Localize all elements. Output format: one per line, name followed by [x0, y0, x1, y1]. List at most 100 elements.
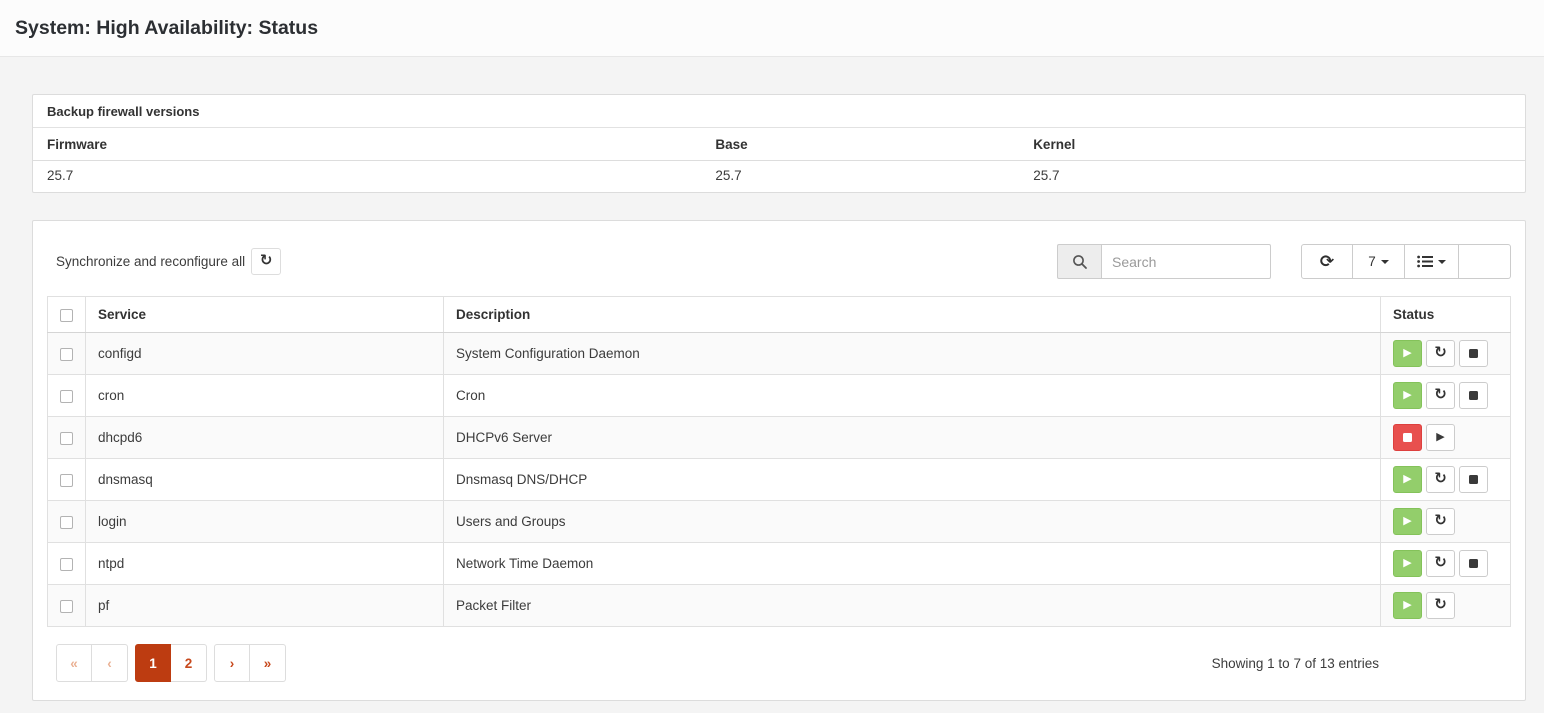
rotate-right-icon: ↻: [1434, 555, 1447, 570]
pager-group-prev: « ‹: [56, 644, 128, 682]
service-row: dhcpd6DHCPv6 Server▶: [48, 417, 1511, 459]
service-name: dnsmasq: [86, 459, 444, 501]
page-size-dropdown[interactable]: 7: [1353, 244, 1405, 279]
last-page-button[interactable]: »: [250, 644, 286, 682]
row-checkbox[interactable]: [60, 600, 73, 613]
service-description: Packet Filter: [443, 585, 1380, 627]
refresh-grid-button[interactable]: ⟳: [1301, 244, 1353, 279]
search-input[interactable]: [1101, 244, 1271, 279]
status-actions: ▶↻: [1393, 340, 1498, 367]
stop-square-icon: [1469, 349, 1478, 358]
service-status-cell: ▶↻: [1381, 333, 1511, 375]
service-name: dhcpd6: [86, 417, 444, 459]
restart-service-button[interactable]: ↻: [1426, 592, 1455, 619]
extra-toolbar-button[interactable]: [1459, 244, 1511, 279]
service-running-button[interactable]: ▶: [1393, 340, 1422, 367]
restart-service-button[interactable]: ↻: [1426, 340, 1455, 367]
restart-service-button[interactable]: ↻: [1426, 508, 1455, 535]
restart-service-button[interactable]: ↻: [1426, 466, 1455, 493]
page-size-value: 7: [1368, 254, 1376, 269]
service-name: configd: [86, 333, 444, 375]
rotate-right-icon: ↻: [1434, 387, 1447, 402]
row-checkbox[interactable]: [60, 516, 73, 529]
rotate-right-icon: ↻: [1434, 471, 1447, 486]
pager-group-pages: 1 2: [135, 644, 207, 682]
start-service-button[interactable]: ▶: [1426, 424, 1455, 451]
versions-col-base: Base: [701, 128, 1019, 161]
rotate-right-icon: ↻: [1434, 345, 1447, 360]
stop-service-button[interactable]: [1459, 340, 1488, 367]
circular-arrows-icon: ⟳: [1320, 253, 1334, 270]
service-name: ntpd: [86, 543, 444, 585]
service-running-button[interactable]: ▶: [1393, 466, 1422, 493]
column-selector-dropdown[interactable]: [1405, 244, 1459, 279]
status-actions: ▶↻: [1393, 466, 1498, 493]
page-2-button[interactable]: 2: [171, 644, 207, 682]
stop-service-button[interactable]: [1459, 382, 1488, 409]
first-page-button[interactable]: «: [56, 644, 92, 682]
service-description: System Configuration Daemon: [443, 333, 1380, 375]
kernel-version: 25.7: [1019, 161, 1525, 193]
restart-service-button[interactable]: ↻: [1426, 382, 1455, 409]
services-col-description[interactable]: Description: [443, 297, 1380, 333]
service-row: ntpdNetwork Time Daemon▶↻: [48, 543, 1511, 585]
entries-info: Showing 1 to 7 of 13 entries: [1212, 656, 1379, 671]
row-checkbox[interactable]: [60, 558, 73, 571]
service-name: login: [86, 501, 444, 543]
sync-all-button[interactable]: ↻: [251, 248, 281, 275]
row-checkbox-cell: [48, 459, 86, 501]
row-checkbox-cell: [48, 375, 86, 417]
play-icon: ▶: [1436, 432, 1444, 443]
search-icon: [1072, 254, 1088, 270]
service-description: Network Time Daemon: [443, 543, 1380, 585]
service-row: loginUsers and Groups▶↻: [48, 501, 1511, 543]
pagination: « ‹ 1 2 › »: [47, 644, 286, 682]
backup-versions-panel: Backup firewall versions Firmware Base K…: [32, 94, 1526, 193]
row-checkbox[interactable]: [60, 474, 73, 487]
service-running-button[interactable]: ▶: [1393, 592, 1422, 619]
play-icon: ▶: [1403, 390, 1411, 401]
service-row: configdSystem Configuration Daemon▶↻: [48, 333, 1511, 375]
versions-panel-title: Backup firewall versions: [33, 95, 1525, 128]
stop-service-button[interactable]: [1459, 550, 1488, 577]
stop-square-icon: [1469, 559, 1478, 568]
next-page-button[interactable]: ›: [214, 644, 250, 682]
service-running-button[interactable]: ▶: [1393, 382, 1422, 409]
grid-footer: « ‹ 1 2 › » Showing 1 to 7 of 13 entries: [33, 627, 1525, 700]
services-col-status[interactable]: Status: [1381, 297, 1511, 333]
services-panel: Synchronize and reconfigure all ↻: [32, 220, 1526, 701]
select-all-checkbox[interactable]: [60, 309, 73, 322]
versions-table: Firmware Base Kernel 25.7 25.7 25.7: [33, 128, 1525, 192]
firmware-version: 25.7: [33, 161, 701, 193]
rotate-right-icon: ↻: [1434, 597, 1447, 612]
status-actions: ▶↻: [1393, 508, 1498, 535]
restart-service-button[interactable]: ↻: [1426, 550, 1455, 577]
status-actions: ▶: [1393, 424, 1498, 451]
service-row: dnsmasqDnsmasq DNS/DHCP▶↻: [48, 459, 1511, 501]
stop-square-icon: [1403, 433, 1412, 442]
prev-page-button[interactable]: ‹: [92, 644, 128, 682]
page-header: System: High Availability: Status: [0, 0, 1544, 57]
stop-service-button[interactable]: [1459, 466, 1488, 493]
page-1-button[interactable]: 1: [135, 644, 171, 682]
services-col-service[interactable]: Service: [86, 297, 444, 333]
service-status-cell: ▶↻: [1381, 585, 1511, 627]
row-checkbox-cell: [48, 543, 86, 585]
status-actions: ▶↻: [1393, 592, 1498, 619]
grid-toolbar: Synchronize and reconfigure all ↻: [33, 221, 1525, 296]
play-icon: ▶: [1403, 600, 1411, 611]
service-description: Dnsmasq DNS/DHCP: [443, 459, 1380, 501]
play-icon: ▶: [1403, 558, 1411, 569]
row-checkbox[interactable]: [60, 348, 73, 361]
service-running-button[interactable]: ▶: [1393, 550, 1422, 577]
rotate-right-icon: ↻: [260, 253, 273, 268]
versions-col-firmware: Firmware: [33, 128, 701, 161]
services-table: Service Description Status configdSystem…: [47, 296, 1511, 627]
status-actions: ▶↻: [1393, 550, 1498, 577]
service-running-button[interactable]: ▶: [1393, 508, 1422, 535]
row-checkbox[interactable]: [60, 390, 73, 403]
search-group: [1057, 244, 1271, 279]
row-checkbox[interactable]: [60, 432, 73, 445]
service-stopped-button[interactable]: [1393, 424, 1422, 451]
rotate-right-icon: ↻: [1434, 513, 1447, 528]
